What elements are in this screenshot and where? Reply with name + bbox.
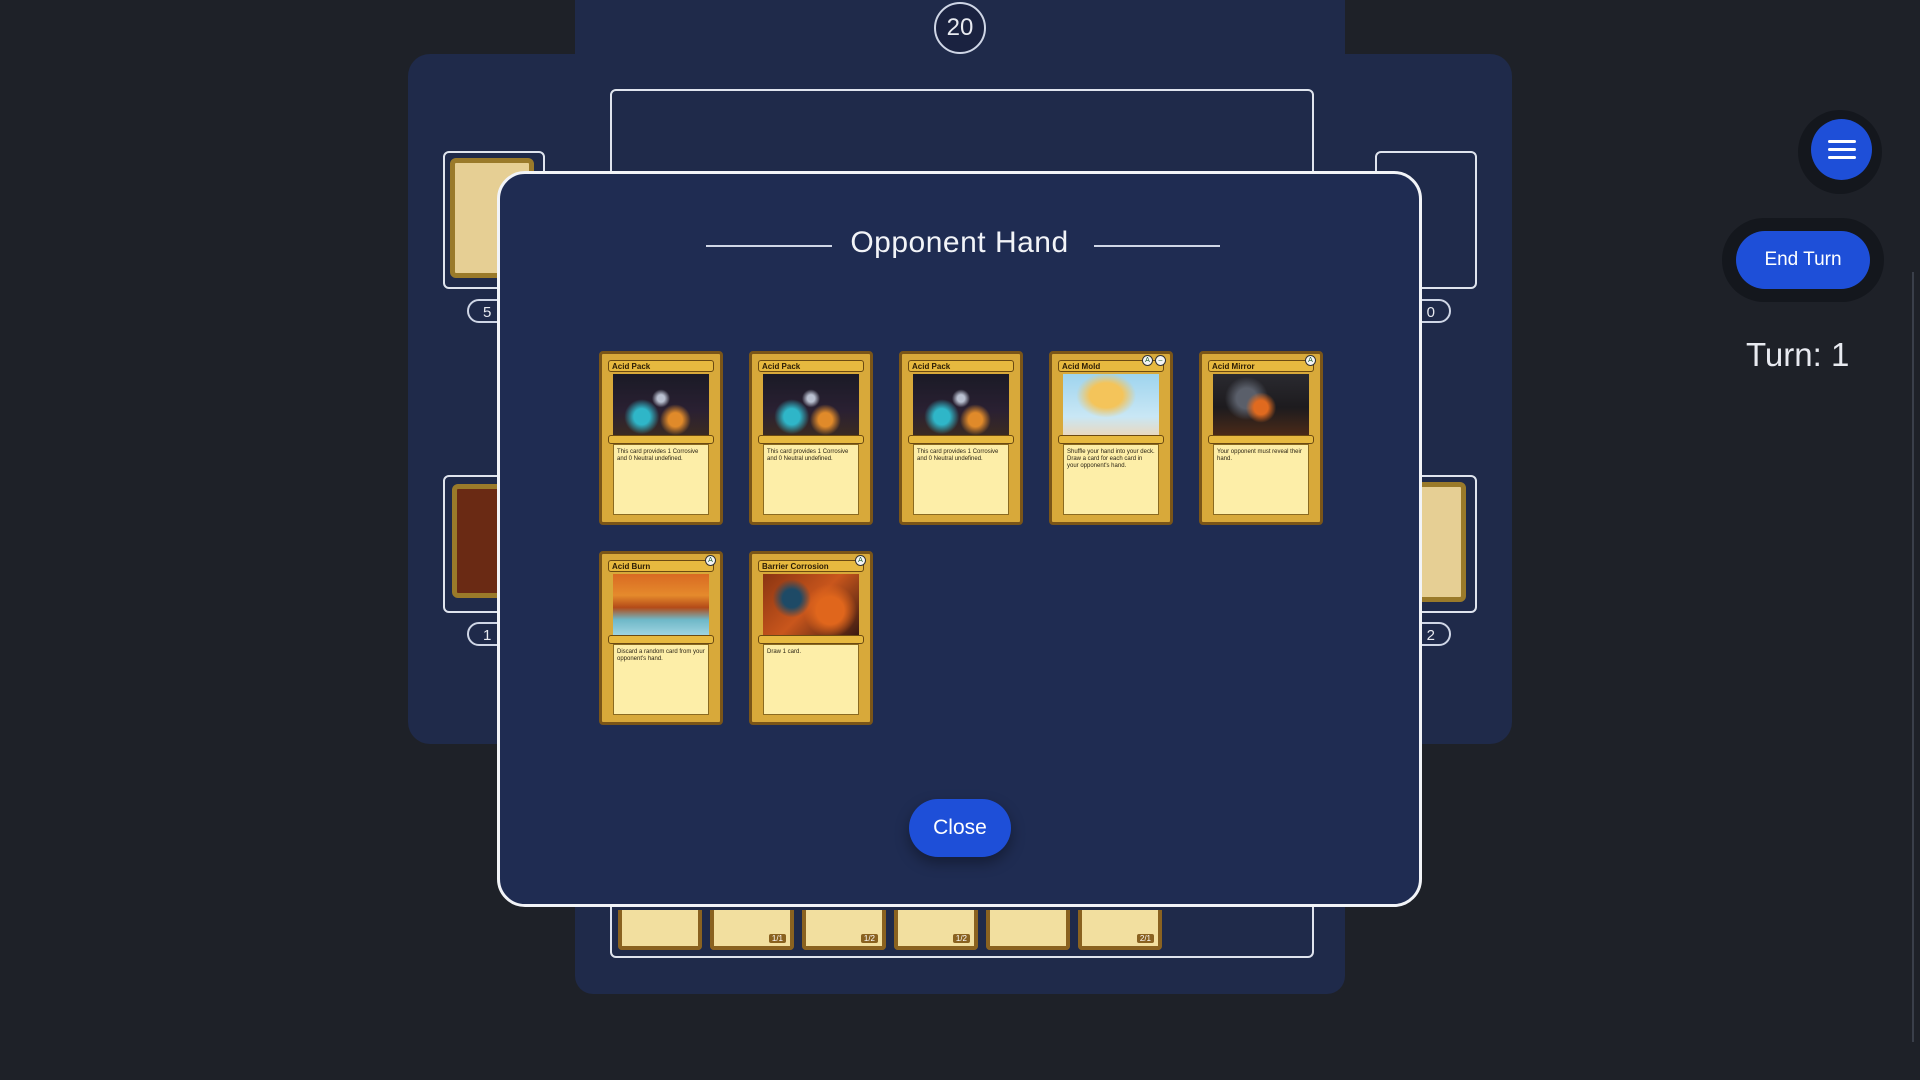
page-scrollbar[interactable]: [1912, 272, 1914, 1042]
card-name: Acid Burn: [608, 560, 714, 572]
card-cost: A: [1305, 355, 1316, 366]
card-type-bar: [1208, 435, 1314, 444]
mana-pip-icon: –: [1155, 355, 1166, 366]
hand-card[interactable]: 2/1: [1078, 910, 1162, 950]
mana-pip-icon: A: [1305, 355, 1316, 366]
card-name: Acid Pack: [608, 360, 714, 372]
hamburger-menu-icon: [1827, 139, 1856, 160]
opponent-life-counter: 20: [934, 2, 986, 54]
end-turn-button[interactable]: End Turn: [1736, 231, 1870, 289]
card-text: Shuffle your hand into your deck. Draw a…: [1063, 444, 1159, 515]
mana-pip-icon: A: [705, 555, 716, 566]
hand-card[interactable]: Acid Pack This card provides 1 Corrosive …: [749, 351, 873, 525]
turn-counter: Turn: 1: [1746, 336, 1850, 373]
card-type-bar: [1058, 435, 1164, 444]
card-text: This card provides 1 Corrosive and 0 Neu…: [613, 444, 709, 515]
hand-card[interactable]: [986, 910, 1070, 950]
card-name: Barrier Corrosion: [758, 560, 864, 572]
hand-card[interactable]: Acid Mold A – Shuffle your hand into your d…: [1049, 351, 1173, 525]
hand-card[interactable]: 1/2: [894, 910, 978, 950]
card-type-bar: [758, 435, 864, 444]
card-cost: A: [855, 555, 866, 566]
card-name: Acid Mirror: [1208, 360, 1314, 372]
card-cost: A: [705, 555, 716, 566]
card-art: [613, 574, 709, 635]
card-art: [763, 574, 859, 635]
card-text: Draw 1 card.: [763, 644, 859, 715]
card-art: [913, 374, 1009, 435]
card-art: [763, 374, 859, 435]
hand-card[interactable]: 1/1: [710, 910, 794, 950]
hand-card[interactable]: Acid Mirror A Your opponent must reveal th…: [1199, 351, 1323, 525]
hand-card[interactable]: Acid Pack This card provides 1 Corrosive …: [899, 351, 1023, 525]
card-type-bar: [758, 635, 864, 644]
mana-pip-icon: A: [1142, 355, 1153, 366]
opponent-battlefield-zone[interactable]: [610, 89, 1314, 183]
modal-title: Opponent Hand: [850, 226, 1069, 259]
hand-card[interactable]: Acid Pack This card provides 1 Corrosive …: [599, 351, 723, 525]
close-button[interactable]: Close: [909, 799, 1011, 857]
opponent-hand-modal: Opponent Hand Acid Pack This card provide…: [497, 171, 1422, 907]
card-text: Your opponent must reveal their hand.: [1213, 444, 1309, 515]
hand-card[interactable]: [618, 910, 702, 950]
menu-button[interactable]: [1811, 119, 1872, 180]
card-type-bar: [608, 435, 714, 444]
hand-card[interactable]: Barrier Corrosion A Draw 1 card.: [749, 551, 873, 725]
hand-card[interactable]: 1/2: [802, 910, 886, 950]
card-text: This card provides 1 Corrosive and 0 Neu…: [763, 444, 859, 515]
card-type-bar: [908, 435, 1014, 444]
card-name: Acid Pack: [758, 360, 864, 372]
card-art: [613, 374, 709, 435]
hand-card[interactable]: Acid Burn A Discard a random card from you…: [599, 551, 723, 725]
card-type-bar: [608, 635, 714, 644]
card-art: [1063, 374, 1159, 435]
card-cost: A –: [1142, 355, 1166, 366]
card-text: Discard a random card from your opponent…: [613, 644, 709, 715]
mana-pip-icon: A: [855, 555, 866, 566]
card-name: Acid Pack: [908, 360, 1014, 372]
card-art: [1213, 374, 1309, 435]
card-text: This card provides 1 Corrosive and 0 Neu…: [913, 444, 1009, 515]
